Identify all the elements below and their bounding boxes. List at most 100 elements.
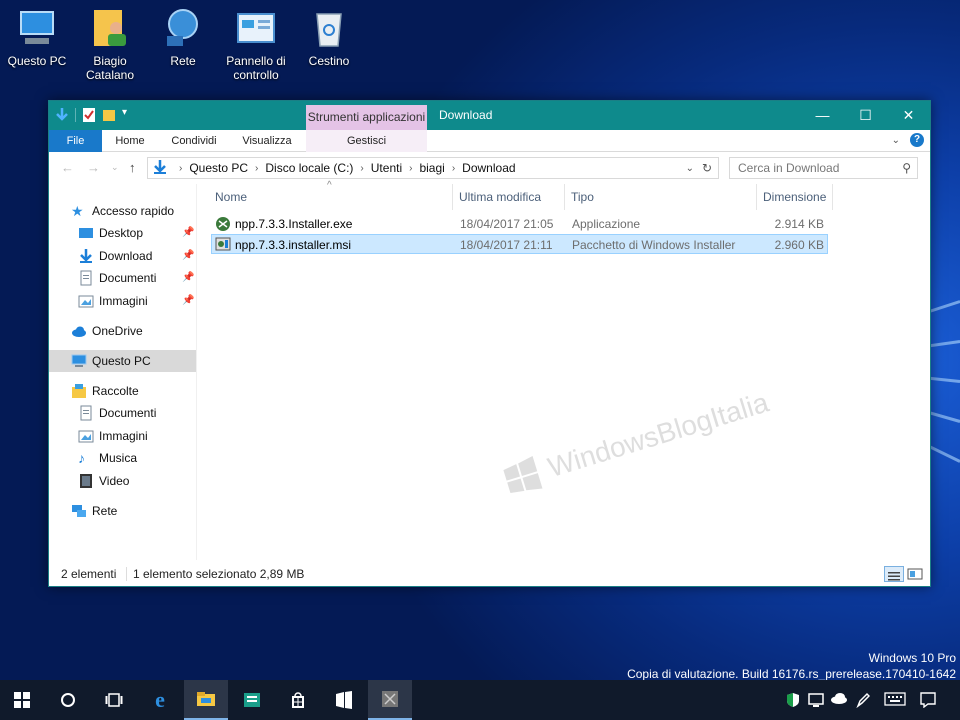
pin-icon[interactable]: 📌 (182, 272, 194, 283)
nav-onedrive[interactable]: OneDrive (71, 320, 143, 342)
document-icon (78, 270, 94, 286)
video-icon (78, 473, 94, 489)
edge-icon[interactable]: e (138, 680, 182, 720)
recent-locations-icon[interactable]: ⌄ (111, 162, 119, 173)
cloud-icon (71, 323, 87, 339)
item-count: 2 elementi (61, 567, 117, 581)
nav-this-pc[interactable]: Questo PC (49, 350, 196, 372)
breadcrumb-item[interactable]: Utenti (371, 161, 402, 175)
new-folder-icon[interactable] (102, 107, 116, 123)
keyboard-icon[interactable] (884, 692, 906, 709)
libraries-icon (71, 383, 87, 399)
desktop-icon-network[interactable]: Rete (146, 6, 220, 68)
status-divider (126, 567, 127, 581)
file-size: 2.914 KB (774, 217, 824, 231)
build-info-label: Copia di valutazione. Build 16176.rs_pre… (627, 667, 956, 681)
file-row-selected[interactable]: npp.7.3.3.installer.msi 18/04/2017 21:11… (211, 234, 828, 254)
file-size: 2.960 KB (774, 238, 824, 252)
action-center-icon[interactable] (920, 692, 936, 711)
file-row[interactable]: npp.7.3.3.Installer.exe 18/04/2017 21:05… (211, 214, 828, 234)
nav-network[interactable]: Rete (71, 500, 117, 522)
ribbon-right-controls: ⌄ ? (892, 133, 924, 147)
start-icon[interactable] (0, 680, 44, 720)
column-header-size[interactable]: Dimensione (757, 184, 833, 210)
tab-view[interactable]: Visualizza (233, 130, 301, 152)
help-icon[interactable]: ? (910, 133, 924, 147)
nav-lib-pictures[interactable]: Immagini (78, 425, 148, 447)
nav-download[interactable]: Download (78, 245, 152, 267)
app-icon[interactable] (322, 680, 366, 720)
file-explorer-icon[interactable] (184, 680, 228, 720)
network-icon (161, 6, 205, 50)
desktop-icon-user-folder[interactable]: Biagio Catalano (73, 6, 147, 82)
pin-icon[interactable]: 📌 (182, 295, 194, 306)
breadcrumb-separator[interactable]: › (360, 163, 363, 174)
pen-workspace-icon[interactable] (856, 692, 871, 711)
desktop-icon (78, 225, 94, 241)
forward-arrow-icon[interactable]: → (87, 160, 100, 175)
download-arrow-icon[interactable] (55, 107, 69, 123)
column-header-modified[interactable]: Ultima modifica (453, 184, 565, 210)
nav-lib-documents[interactable]: Documenti (78, 402, 156, 424)
large-icons-view-icon[interactable] (906, 566, 924, 582)
breadcrumb-separator[interactable]: › (255, 163, 258, 174)
expand-ribbon-icon[interactable]: ⌄ (892, 135, 900, 146)
minimize-button[interactable]: — (801, 101, 844, 130)
pin-icon[interactable]: 📌 (182, 250, 194, 261)
column-header-name[interactable]: Nome (209, 184, 453, 210)
store-app-icon[interactable] (230, 680, 274, 720)
breadcrumb-item[interactable]: biagi (419, 161, 444, 175)
column-header-type[interactable]: Tipo (565, 184, 757, 210)
nav-lib-music[interactable]: ♪ Musica (78, 447, 137, 469)
nav-desktop[interactable]: Desktop (78, 222, 194, 244)
properties-icon[interactable] (82, 107, 96, 123)
breadcrumb-item[interactable]: Download (462, 161, 515, 175)
network-icon (71, 503, 87, 519)
navigation-pane: ★ Accesso rapido Desktop 📌 Download 📌 Do… (49, 184, 197, 560)
address-bar[interactable]: › Questo PC › Disco locale (C:) › Utenti… (147, 157, 719, 179)
back-arrow-icon[interactable]: ← (61, 160, 74, 175)
onedrive-tray-icon[interactable] (830, 692, 848, 707)
breadcrumb-separator[interactable]: › (409, 163, 412, 174)
tab-home[interactable]: Home (105, 130, 155, 152)
tab-file[interactable]: File (49, 130, 102, 152)
breadcrumb-item[interactable]: Disco locale (C:) (265, 161, 353, 175)
address-dropdown-icon[interactable]: ⌄ (686, 163, 694, 174)
security-shield-icon[interactable] (786, 692, 800, 711)
tab-manage[interactable]: Gestisci (306, 130, 427, 152)
search-icon: ⚲ (902, 161, 911, 175)
task-view-icon[interactable] (92, 680, 136, 720)
search-icon[interactable] (46, 680, 90, 720)
breadcrumb-separator[interactable]: › (452, 163, 455, 174)
desktop-icon-control-panel[interactable]: Pannello di controllo (219, 6, 293, 82)
quick-access-toolbar: ▾ (55, 107, 132, 123)
maximize-button[interactable]: ☐ (844, 101, 887, 130)
address-row: ← → ⌄ ↑ › Questo PC › Disco locale (C:) … (49, 152, 930, 183)
nav-documents[interactable]: Documenti (78, 267, 156, 289)
nav-quick-access[interactable]: ★ Accesso rapido (71, 200, 174, 222)
search-input[interactable]: Cerca in Download ⚲ (729, 157, 918, 179)
title-bar: ▾ Strumenti applicazioni Download — ☐ ✕ (49, 101, 930, 130)
tab-share[interactable]: Condividi (159, 130, 229, 152)
desktop-icon-this-pc[interactable]: Questo PC (0, 6, 74, 68)
file-name: npp.7.3.3.Installer.exe (235, 217, 353, 231)
app-icon[interactable] (368, 680, 412, 720)
contextual-tab-header: Strumenti applicazioni (306, 105, 427, 130)
details-view-icon[interactable] (884, 566, 904, 582)
breadcrumb-item[interactable]: Questo PC (189, 161, 248, 175)
refresh-icon[interactable]: ↻ (702, 161, 712, 175)
desktop-icon-recycle-bin[interactable]: Cestino (292, 6, 366, 68)
pin-icon[interactable]: 📌 (182, 227, 194, 238)
windows-logo-icon (503, 455, 543, 494)
windows-edition-label: Windows 10 Pro (868, 651, 956, 665)
network-status-icon[interactable] (808, 692, 824, 711)
close-button[interactable]: ✕ (887, 101, 930, 130)
store-icon[interactable] (276, 680, 320, 720)
nav-lib-video[interactable]: Video (78, 470, 129, 492)
file-modified: 18/04/2017 21:05 (460, 217, 554, 231)
pictures-icon (78, 293, 94, 309)
up-arrow-icon[interactable]: ↑ (129, 160, 136, 175)
qat-dropdown-icon[interactable]: ▾ (122, 107, 132, 123)
nav-pictures[interactable]: Immagini (78, 290, 148, 312)
nav-libraries[interactable]: Raccolte (71, 380, 139, 402)
